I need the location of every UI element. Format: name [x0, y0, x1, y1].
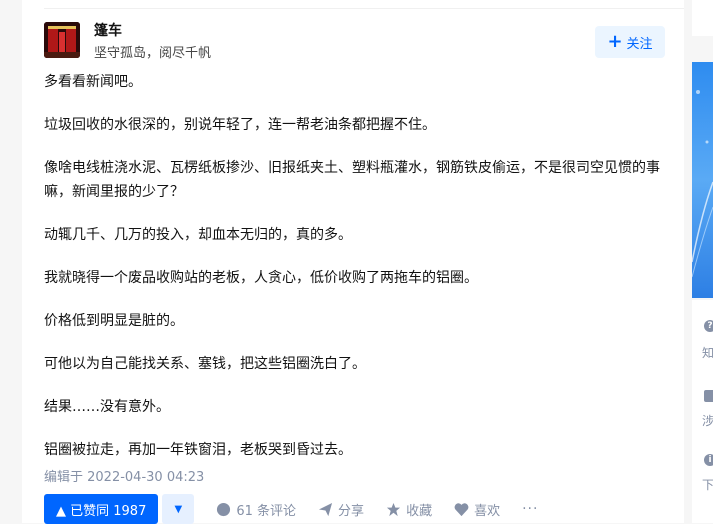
- avatar[interactable]: [44, 22, 80, 58]
- answer-content: 多看看新闻吧。 垃圾回收的水很深的，别说年轻了，连一帮老油条都把握不住。 像啥电…: [44, 70, 664, 481]
- plus-icon: +: [607, 31, 623, 52]
- flag-icon: [704, 390, 713, 402]
- sidebar-card: [692, 0, 713, 36]
- paragraph: 垃圾回收的水很深的，别说年轻了，连一帮老油条都把握不住。: [44, 117, 436, 133]
- triangle-down-icon: ▼: [174, 503, 183, 515]
- more-button[interactable]: ···: [522, 501, 538, 517]
- follow-label: 关注: [626, 36, 653, 52]
- paragraph: 我就晓得一个废品收购站的老板，人贪心，低价收购了两拖车的铝圈。: [44, 270, 478, 286]
- right-sidebar: ? 知乎 涉未 i 下载: [684, 0, 713, 523]
- share-icon: [318, 502, 333, 516]
- sidebar-links-card: ? 知乎 涉未 i 下载: [692, 300, 713, 523]
- paragraph: 铝圈被拉走，再加一年铁窗泪，老板哭到昏过去。: [44, 442, 352, 458]
- question-icon: ?: [704, 320, 713, 332]
- comment-icon: [217, 502, 231, 516]
- answer-card: 篷车 坚守孤岛，阅尽千帆 + 关注 多看看新闻吧。 垃圾回收的水很深的，别说年轻…: [22, 0, 684, 524]
- share-button[interactable]: 分享: [318, 500, 364, 519]
- comments-label: 61 条评论: [236, 503, 297, 519]
- paragraph: 可他以为自己能找关系、塞钱，把这些铝圈洗白了。: [44, 356, 366, 372]
- avatar-image-icon: [44, 22, 80, 58]
- banner-art-icon: [692, 90, 713, 278]
- sidebar-link-1[interactable]: 知乎: [702, 344, 713, 361]
- info-icon: i: [704, 454, 713, 466]
- paragraph: 多看看新闻吧。: [44, 74, 142, 90]
- paragraph: 价格低到明显是脏的。: [44, 313, 184, 329]
- author-name[interactable]: 篷车: [94, 20, 122, 40]
- upvote-button[interactable]: ▲ 已赞同 1987: [44, 494, 159, 524]
- share-label: 分享: [338, 503, 365, 519]
- favorite-label: 收藏: [406, 503, 433, 519]
- action-bar: ▲ 已赞同 1987 ▼ 61 条评论 分享 收藏 喜欢 ···: [44, 494, 684, 524]
- star-icon: [387, 502, 401, 516]
- sidebar-link-2[interactable]: 涉未: [702, 412, 713, 429]
- sidebar-banner[interactable]: [692, 62, 713, 298]
- favorite-button[interactable]: 收藏: [386, 500, 432, 519]
- heart-icon: [454, 502, 469, 516]
- downvote-button[interactable]: ▼: [162, 494, 195, 524]
- follow-button[interactable]: + 关注: [595, 26, 665, 58]
- edited-timestamp[interactable]: 编辑于 2022-04-30 04:23: [44, 466, 204, 485]
- paragraph: 动辄几千、几万的投入，却血本无归的，真的多。: [44, 227, 352, 243]
- like-label: 喜欢: [474, 503, 501, 519]
- sidebar-link-3[interactable]: 下载: [702, 476, 713, 493]
- author-bio: 坚守孤岛，阅尽千帆: [94, 46, 212, 61]
- like-button[interactable]: 喜欢: [454, 500, 500, 519]
- comments-button[interactable]: 61 条评论: [216, 500, 296, 519]
- divider: [44, 8, 684, 9]
- paragraph: 像啥电线桩浇水泥、瓦楞纸板掺沙、旧报纸夹土、塑料瓶灌水，钢筋铁皮偷运，不是很司空…: [44, 160, 660, 200]
- paragraph: 结果……没有意外。: [44, 399, 170, 415]
